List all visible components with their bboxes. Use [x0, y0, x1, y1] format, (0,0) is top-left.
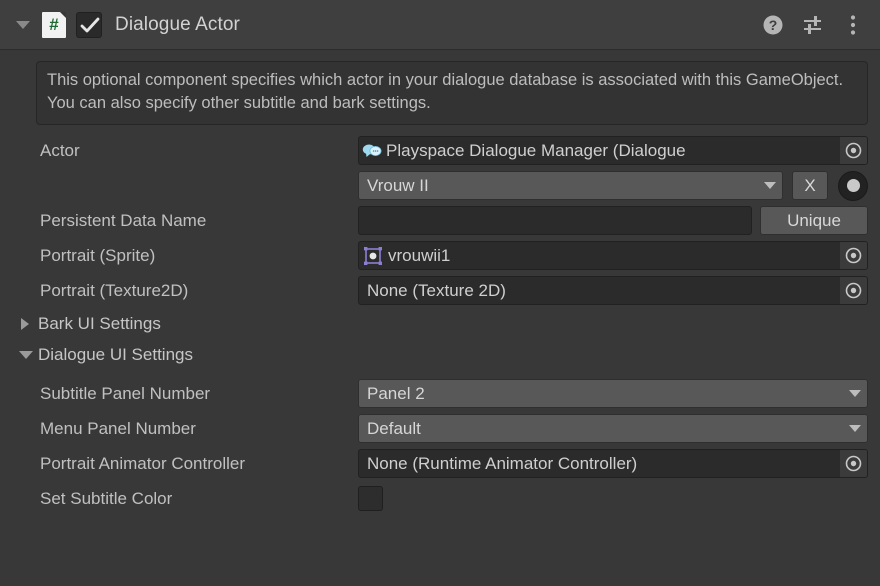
row-portrait-sprite: Portrait (Sprite) vrouwii1	[0, 238, 880, 273]
portrait-animator-controller-area: None (Runtime Animator Controller)	[358, 449, 868, 478]
menu-panel-number-area: Default	[358, 414, 868, 443]
set-subtitle-color-area	[358, 486, 868, 511]
portrait-texture2d-picker-icon[interactable]	[840, 277, 867, 304]
sprite-asset-icon	[363, 246, 383, 265]
chevron-down-icon	[849, 425, 861, 432]
portrait-sprite-picker-icon[interactable]	[840, 242, 867, 269]
row-actor-dropdown: Vrouw II X	[0, 168, 880, 203]
foldout-label-bark-ui-settings: Bark UI Settings	[38, 313, 161, 333]
help-icon-glyph: ?	[763, 15, 783, 34]
chevron-down-icon	[18, 347, 34, 363]
portrait-sprite-area: vrouwii1	[358, 241, 868, 270]
subtitle-panel-number-area: Panel 2	[358, 379, 868, 408]
dialogue-bubble-glyph	[362, 144, 382, 157]
more-vertical-glyph	[850, 14, 856, 35]
foldout-label-dialogue-ui-settings: Dialogue UI Settings	[38, 344, 193, 364]
actor-select-radio-button[interactable]	[838, 170, 868, 201]
component-title: Dialogue Actor	[115, 13, 240, 35]
label-persistent-data-name: Persistent Data Name	[40, 210, 207, 230]
subtitle-panel-number-dropdown[interactable]: Panel 2	[358, 379, 868, 408]
actor-dropdown-area: Vrouw II X	[358, 170, 868, 201]
row-portrait-animator-controller: Portrait Animator Controller None (Runti…	[0, 446, 880, 481]
radio-dot-icon	[846, 179, 860, 192]
help-box: This optional component specifies which …	[36, 61, 868, 125]
label-portrait-animator-controller: Portrait Animator Controller	[40, 453, 246, 473]
portrait-sprite-value: vrouwii1	[388, 246, 451, 265]
label-actor: Actor	[40, 140, 80, 160]
portrait-animator-controller-picker-icon[interactable]	[840, 450, 867, 477]
row-set-subtitle-color: Set Subtitle Color	[0, 481, 880, 516]
portrait-animator-controller-object-field[interactable]: None (Runtime Animator Controller)	[358, 449, 868, 478]
portrait-texture2d-object-field[interactable]: None (Texture 2D)	[358, 276, 868, 305]
checkmark-icon	[80, 17, 100, 32]
portrait-texture2d-area: None (Texture 2D)	[358, 276, 868, 305]
label-subtitle-panel-number: Subtitle Panel Number	[40, 383, 211, 403]
menu-panel-number-dropdown[interactable]: Default	[358, 414, 868, 443]
row-actor: Actor Playspace Dialogue Manager (Dialog…	[0, 133, 880, 168]
object-picker-glyph	[845, 455, 862, 472]
row-menu-panel-number: Menu Panel Number Default	[0, 411, 880, 446]
menu-panel-number-value: Default	[367, 418, 421, 438]
actor-name-value: Vrouw II	[367, 175, 429, 195]
actor-object-field[interactable]: Playspace Dialogue Manager (Dialogue	[358, 136, 868, 165]
set-subtitle-color-checkbox[interactable]	[358, 486, 383, 511]
sprite-asset-glyph	[364, 246, 382, 265]
component-foldout-arrow-icon[interactable]	[14, 16, 32, 34]
actor-object-value: Playspace Dialogue Manager (Dialogue	[386, 141, 686, 160]
label-portrait-texture2d: Portrait (Texture2D)	[40, 280, 189, 300]
chevron-down-icon	[849, 390, 861, 397]
chevron-right-icon	[18, 316, 34, 332]
actor-field-area: Playspace Dialogue Manager (Dialogue	[358, 136, 868, 165]
row-portrait-texture2d: Portrait (Texture2D) None (Texture 2D)	[0, 273, 880, 308]
label-set-subtitle-color: Set Subtitle Color	[40, 488, 173, 508]
component-enabled-checkbox[interactable]	[76, 11, 102, 38]
help-icon[interactable]: ?	[760, 12, 786, 38]
foldout-dialogue-ui-settings[interactable]: Dialogue UI Settings	[0, 339, 880, 370]
actor-clear-button[interactable]: X	[792, 171, 828, 200]
row-persistent-data-name: Persistent Data Name Unique	[0, 203, 880, 238]
portrait-animator-controller-value: None (Runtime Animator Controller)	[367, 454, 638, 473]
csharp-script-icon[interactable]	[42, 11, 66, 38]
row-subtitle-panel-number: Subtitle Panel Number Panel 2	[0, 376, 880, 411]
object-picker-glyph	[845, 247, 862, 264]
component-header: Dialogue Actor ?	[0, 0, 880, 50]
object-picker-glyph	[845, 142, 862, 159]
portrait-texture2d-value: None (Texture 2D)	[367, 281, 506, 300]
preset-sliders-icon[interactable]	[800, 12, 826, 38]
persistent-data-name-area: Unique	[358, 206, 868, 235]
actor-object-picker-icon[interactable]	[840, 137, 867, 164]
label-menu-panel-number: Menu Panel Number	[40, 418, 196, 438]
unique-button[interactable]: Unique	[760, 206, 868, 235]
svg-text:?: ?	[769, 17, 778, 33]
actor-name-dropdown[interactable]: Vrouw II	[358, 171, 783, 200]
object-picker-glyph	[845, 282, 862, 299]
persistent-data-name-input[interactable]	[358, 206, 752, 235]
portrait-sprite-object-field[interactable]: vrouwii1	[358, 241, 868, 270]
subtitle-panel-number-value: Panel 2	[367, 383, 425, 403]
dialogue-bubble-icon	[362, 143, 382, 159]
foldout-bark-ui-settings[interactable]: Bark UI Settings	[0, 308, 880, 339]
chevron-down-icon	[764, 182, 776, 189]
preset-sliders-glyph	[804, 15, 821, 34]
inspector-body: This optional component specifies which …	[0, 61, 880, 516]
more-vertical-icon[interactable]	[840, 12, 866, 38]
label-portrait-sprite: Portrait (Sprite)	[40, 245, 156, 265]
